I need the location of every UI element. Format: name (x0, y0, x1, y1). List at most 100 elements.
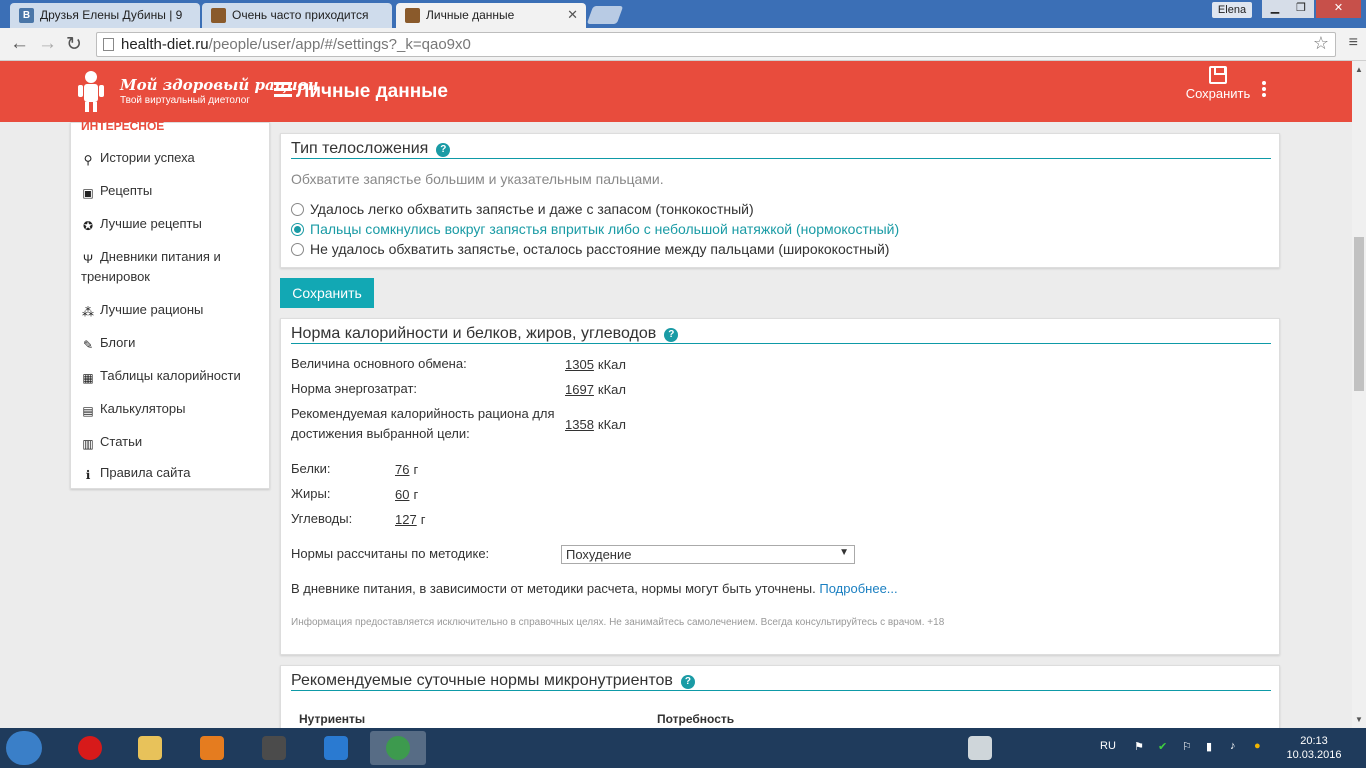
hamburger-menu-icon[interactable] (274, 82, 292, 100)
forward-icon[interactable]: → (38, 33, 57, 55)
sidebar-item-calculators[interactable]: ▤ Калькуляторы (81, 399, 266, 419)
taskbar-app-chrome[interactable] (370, 731, 426, 765)
logo-doctor-icon[interactable] (76, 69, 106, 113)
url-path: /people/user/app/#/settings?_k=qao9x0 (208, 36, 471, 53)
taskbar: RU ⚑ ✔ ⚐ ▮ ♪ ● 20:13 10.03.2016 (0, 728, 1366, 768)
maximize-window-button[interactable]: ❐ (1288, 0, 1314, 18)
tray-volume-icon[interactable]: ♪ (1230, 740, 1236, 752)
sidebar-item-recipes[interactable]: ▣ Рецепты (81, 181, 266, 201)
clock-date: 10.03.2016 (1286, 749, 1342, 761)
minimize-window-button[interactable]: ▁ (1262, 0, 1288, 18)
norms-title: Норма калорийности и белков, жиров, угле… (291, 325, 679, 343)
address-bar[interactable]: health-diet.ru/people/user/app/#/setting… (96, 32, 1336, 57)
header-save-button[interactable]: Сохранить (1184, 66, 1252, 101)
sidebar-item-label: Таблицы калорийности (100, 368, 241, 383)
sidebar-item-articles[interactable]: ▥ Статьи (81, 432, 266, 452)
cutlery-icon: Ψ (82, 252, 94, 266)
logo-subtitle: Твой виртуальный диетолог (120, 95, 250, 106)
value-number[interactable]: 127 (395, 512, 417, 527)
taskbar-app-321[interactable] (246, 731, 302, 765)
option-label: Не удалось обхватить запястье, осталось … (310, 241, 890, 257)
browser-user-badge[interactable]: Elena (1212, 2, 1252, 18)
sidebar-item-label: Лучшие рационы (100, 302, 204, 317)
language-indicator[interactable]: RU (1100, 740, 1116, 752)
method-label: Нормы рассчитаны по методике: (291, 546, 490, 561)
fat-label: Жиры: (291, 486, 331, 501)
browser-menu-icon[interactable]: ≡ (1349, 34, 1358, 52)
abbyy-icon (324, 736, 348, 760)
energy-expenditure-value: 1697 кКал (565, 382, 626, 397)
sidebar-item-site-rules[interactable]: ℹ Правила сайта (81, 463, 266, 483)
body-type-card: Тип телосложения? Обхватите запястье бол… (280, 133, 1280, 268)
sidebar-item-label: Блоги (100, 335, 136, 350)
sidebar-item-label: Лучшие рецепты (100, 216, 202, 231)
medical-disclaimer: Информация предоставляется исключительно… (291, 617, 945, 628)
browser-toolbar: ← → ↻ health-diet.ru/people/user/app/#/s… (0, 28, 1366, 61)
radio-button[interactable] (291, 223, 304, 236)
page-title: Личные данные (296, 81, 448, 102)
save-button[interactable]: Сохранить (280, 278, 374, 308)
back-icon[interactable]: ← (10, 33, 29, 55)
scroll-thumb[interactable] (1354, 237, 1364, 391)
micronutrients-card: Рекомендуемые суточные нормы микронутрие… (280, 665, 1280, 735)
site-header: Мой здоровый рацион Твой виртуальный дие… (0, 61, 1352, 122)
taskbar-app-notepad[interactable] (952, 731, 1008, 765)
sidebar-item-label: Истории успеха (100, 150, 195, 165)
browser-tab-vk[interactable]: B Друзья Елены Дубины | 9 (10, 3, 200, 28)
tray-shield-icon[interactable]: ⚑ (1134, 740, 1144, 753)
more-link[interactable]: Подробнее... (819, 581, 897, 596)
close-tab-icon[interactable]: ✕ (567, 7, 578, 23)
new-tab-button[interactable] (586, 6, 624, 24)
reload-icon[interactable]: ↻ (66, 33, 82, 56)
value-number[interactable]: 1697 (565, 382, 594, 397)
tray-flag-icon[interactable]: ⚐ (1182, 740, 1192, 753)
browser-tab-question[interactable]: Очень часто приходится (202, 3, 392, 28)
body-type-option-wide[interactable]: Не удалось обхватить запястье, осталось … (291, 241, 889, 257)
close-window-button[interactable]: ✕ (1316, 0, 1361, 18)
sidebar-item-blogs[interactable]: ✎ Блоги (81, 333, 266, 353)
taskbar-app-abbyy[interactable] (308, 731, 364, 765)
sidebar-item-label: Статьи (100, 434, 143, 449)
value-unit: кКал (597, 382, 626, 397)
help-icon[interactable]: ? (664, 328, 679, 342)
scroll-down-icon[interactable]: ▼ (1355, 715, 1363, 724)
taskbar-app-opera[interactable] (62, 731, 118, 765)
body-type-option-normal[interactable]: Пальцы сомкнулись вокруг запястья вприты… (291, 221, 899, 237)
sidebar-item-best-rations[interactable]: ⁂ Лучшие рационы (81, 300, 266, 320)
radio-button[interactable] (291, 203, 304, 216)
tray-check-icon[interactable]: ✔ (1158, 740, 1167, 753)
bookmark-star-icon[interactable]: ☆ (1313, 33, 1329, 54)
help-icon[interactable]: ? (436, 143, 451, 157)
value-number[interactable]: 60 (395, 487, 409, 502)
tray-update-icon[interactable]: ● (1254, 740, 1261, 752)
option-label: Пальцы сомкнулись вокруг запястья вприты… (310, 221, 900, 237)
tab-title: Очень часто приходится (232, 8, 369, 22)
tray-network-icon[interactable]: ▮ (1206, 740, 1212, 753)
taskbar-app-explorer[interactable] (122, 731, 178, 765)
method-select[interactable]: Похудение ▼ (561, 545, 855, 564)
body-type-option-thin[interactable]: Удалось легко обхватить запястье и даже … (291, 201, 754, 217)
table-icon: ▦ (82, 371, 94, 385)
scroll-up-icon[interactable]: ▲ (1355, 65, 1363, 74)
sidebar-item-best-recipes[interactable]: ✪ Лучшие рецепты (81, 214, 266, 234)
value-number[interactable]: 1358 (565, 417, 594, 432)
sidebar-item-diaries[interactable]: Ψ Дневники питания и тренировок (81, 247, 266, 287)
more-options-icon[interactable] (1262, 81, 1266, 99)
title-divider (291, 690, 1271, 691)
article-icon: ▥ (82, 437, 94, 451)
windows-start-icon[interactable] (6, 731, 42, 765)
page-scrollbar[interactable]: ▲ ▼ (1352, 61, 1366, 728)
browser-tab-personal-data[interactable]: Личные данные ✕ (396, 3, 586, 28)
option-label: Удалось легко обхватить запястье и даже … (310, 201, 754, 217)
help-icon[interactable]: ? (680, 675, 695, 689)
taskbar-app-media-player[interactable] (184, 731, 240, 765)
radio-button[interactable] (291, 243, 304, 256)
value-number[interactable]: 1305 (565, 357, 594, 372)
value-number[interactable]: 76 (395, 462, 409, 477)
sidebar-item-calorie-tables[interactable]: ▦ Таблицы калорийности (81, 366, 266, 386)
page-icon (103, 38, 114, 51)
taskbar-clock[interactable]: 20:13 10.03.2016 (1282, 734, 1346, 762)
dropdown-arrow-icon: ▼ (839, 547, 849, 558)
sidebar-item-success-stories[interactable]: ⚲ Истории успеха (81, 148, 266, 168)
folder-icon (138, 736, 162, 760)
